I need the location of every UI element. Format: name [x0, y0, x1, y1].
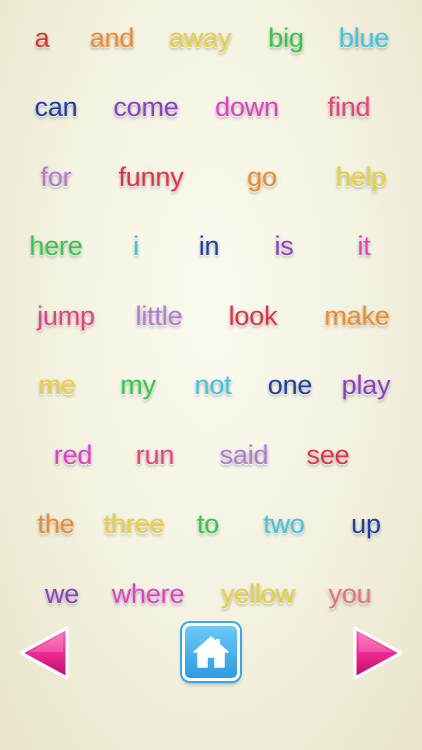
word-jump[interactable]: jump	[37, 301, 95, 331]
word-away[interactable]: away	[169, 23, 231, 53]
word-not[interactable]: not	[195, 370, 232, 400]
word-two[interactable]: two	[263, 509, 305, 539]
word-is[interactable]: is	[274, 231, 293, 261]
word-said[interactable]: said	[220, 440, 269, 470]
word-my[interactable]: my	[120, 370, 156, 400]
left-arrow-icon	[19, 626, 69, 680]
sight-word-grid: a and away big blue can come down find f…	[0, 0, 422, 620]
word-help[interactable]: help	[336, 162, 386, 192]
word-here[interactable]: here	[29, 231, 82, 261]
word-you[interactable]: you	[329, 579, 372, 609]
next-page-button[interactable]	[351, 625, 405, 681]
word-down[interactable]: down	[215, 92, 279, 122]
word-it[interactable]: it	[357, 231, 370, 261]
word-we[interactable]: we	[45, 579, 79, 609]
word-i[interactable]: i	[133, 231, 139, 261]
word-see[interactable]: see	[307, 440, 350, 470]
word-to[interactable]: to	[197, 509, 219, 539]
word-red[interactable]: red	[54, 440, 93, 470]
previous-page-button[interactable]	[17, 625, 71, 681]
word-come[interactable]: come	[113, 92, 178, 122]
word-go[interactable]: go	[247, 162, 277, 192]
word-make[interactable]: make	[324, 301, 389, 331]
word-big[interactable]: big	[268, 23, 304, 53]
home-button[interactable]	[182, 623, 240, 681]
word-blue[interactable]: blue	[339, 23, 389, 53]
word-and[interactable]: and	[90, 23, 135, 53]
word-can[interactable]: can	[35, 92, 78, 122]
word-find[interactable]: find	[328, 92, 371, 122]
word-the[interactable]: the	[38, 509, 75, 539]
word-three[interactable]: three	[104, 509, 165, 539]
word-a[interactable]: a	[35, 23, 50, 53]
word-for[interactable]: for	[41, 162, 72, 192]
word-look[interactable]: look	[229, 301, 278, 331]
word-funny[interactable]: funny	[118, 162, 183, 192]
word-yellow[interactable]: yellow	[221, 579, 295, 609]
word-me[interactable]: me	[38, 370, 75, 400]
word-one[interactable]: one	[268, 370, 313, 400]
word-where[interactable]: where	[112, 579, 185, 609]
word-up[interactable]: up	[351, 509, 381, 539]
word-little[interactable]: little	[136, 301, 183, 331]
house-icon	[193, 636, 229, 668]
word-play[interactable]: play	[342, 370, 391, 400]
right-arrow-icon	[353, 626, 403, 680]
word-in[interactable]: in	[199, 231, 220, 261]
word-run[interactable]: run	[136, 440, 175, 470]
